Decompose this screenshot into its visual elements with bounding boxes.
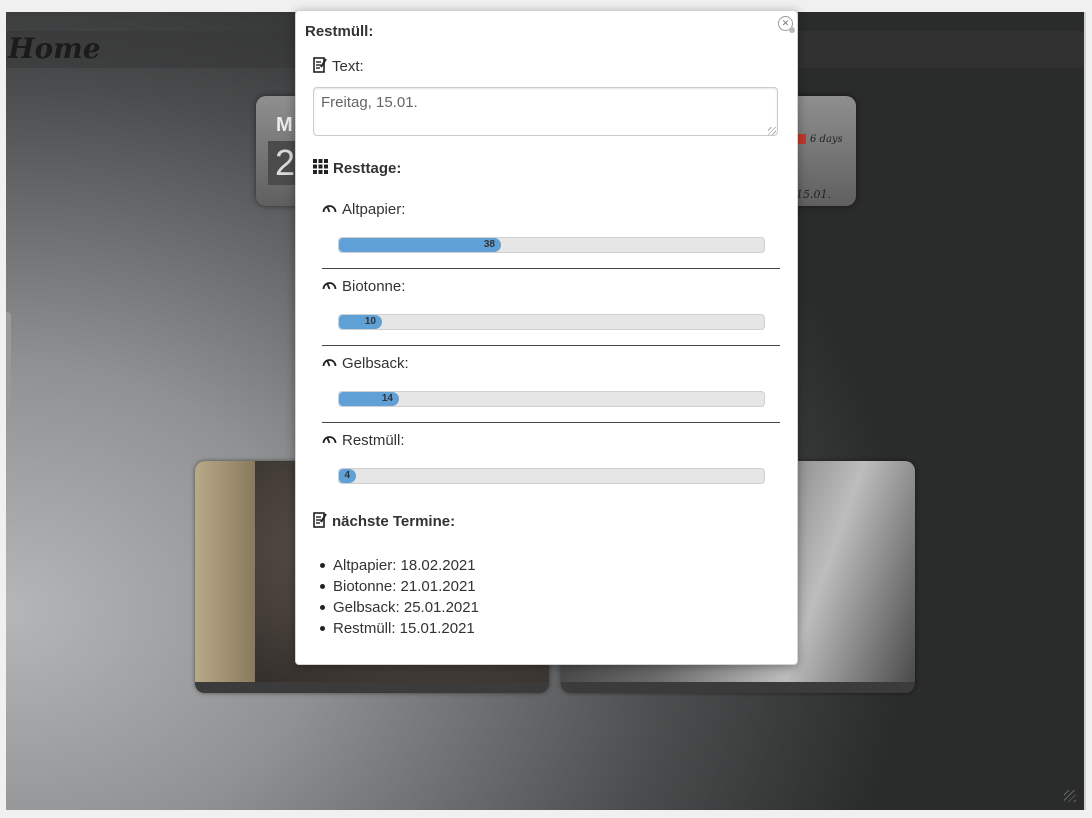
gauge-label-text: Biotonne:	[342, 278, 406, 295]
list-item: Biotonne: 21.01.2021	[320, 576, 479, 597]
progress-bar-gelbsack: 14	[338, 391, 765, 407]
text-field[interactable]: Freitag, 15.01.	[313, 87, 778, 136]
termine-list: Altpapier: 18.02.2021 Biotonne: 21.01.20…	[320, 555, 479, 639]
progress-bar-value: 38	[483, 239, 495, 250]
progress-bar-value: 4	[344, 470, 350, 481]
progress-bar-altpapier: 38	[338, 237, 765, 253]
text-section-heading: Text:	[313, 57, 364, 75]
text-section-label: Text:	[332, 58, 364, 75]
restmuell-popup: Restmüll: ✕ Text: Freitag, 15.01. Restta…	[295, 10, 798, 665]
gauge-label-text: Gelbsack:	[342, 355, 409, 372]
progress-bar-restmuell: 4	[338, 468, 765, 484]
divider	[322, 268, 780, 269]
note-edit-icon	[313, 57, 327, 73]
next-date-label: 15.01.	[796, 188, 831, 201]
termine-section-label: nächste Termine:	[332, 513, 456, 530]
list-item: Altpapier: 18.02.2021	[320, 555, 479, 576]
scrollbar[interactable]	[1084, 12, 1086, 810]
divider	[322, 345, 780, 346]
gauge-icon	[322, 436, 337, 444]
camera-feed-detail	[195, 461, 255, 682]
list-item: Restmüll: 15.01.2021	[320, 618, 479, 639]
close-settings-icon[interactable]: ✕	[778, 16, 795, 33]
termine-section-heading: nächste Termine:	[313, 512, 455, 530]
gauge-label-gelbsack: Gelbsack:	[322, 355, 409, 372]
textarea-resize-icon[interactable]	[768, 127, 776, 135]
gauge-icon	[322, 205, 337, 213]
resize-grip-icon[interactable]	[1064, 790, 1076, 802]
progress-bar-value: 14	[381, 393, 393, 404]
gauge-label-biotonne: Biotonne:	[322, 278, 405, 295]
gauge-icon	[322, 359, 337, 367]
grid-icon	[313, 159, 328, 174]
progress-bar-biotonne: 10	[338, 314, 765, 330]
gauge-label-text: Altpapier:	[342, 201, 406, 218]
divider	[322, 422, 780, 423]
clock-day-letter: M	[276, 114, 293, 136]
gauge-label-restmuell: Restmüll:	[322, 432, 405, 449]
side-panel-handle[interactable]	[6, 312, 11, 409]
resttage-section-label: Resttage:	[333, 160, 402, 177]
note-edit-icon	[313, 512, 327, 528]
camera-footer	[195, 682, 549, 693]
popup-title: Restmüll:	[305, 23, 374, 40]
camera-footer	[561, 682, 915, 693]
days-remaining-label: 6 days	[810, 134, 843, 145]
gauge-label-altpapier: Altpapier:	[322, 201, 405, 218]
gauge-label-text: Restmüll:	[342, 432, 405, 449]
progress-bar-value: 10	[364, 316, 376, 327]
page-title: Home	[8, 32, 101, 65]
gauge-icon	[322, 282, 337, 290]
list-item: Gelbsack: 25.01.2021	[320, 599, 479, 616]
progress-bar-fill	[339, 238, 501, 252]
calendar-icon	[797, 134, 806, 144]
resttage-section-heading: Resttage:	[313, 159, 401, 177]
